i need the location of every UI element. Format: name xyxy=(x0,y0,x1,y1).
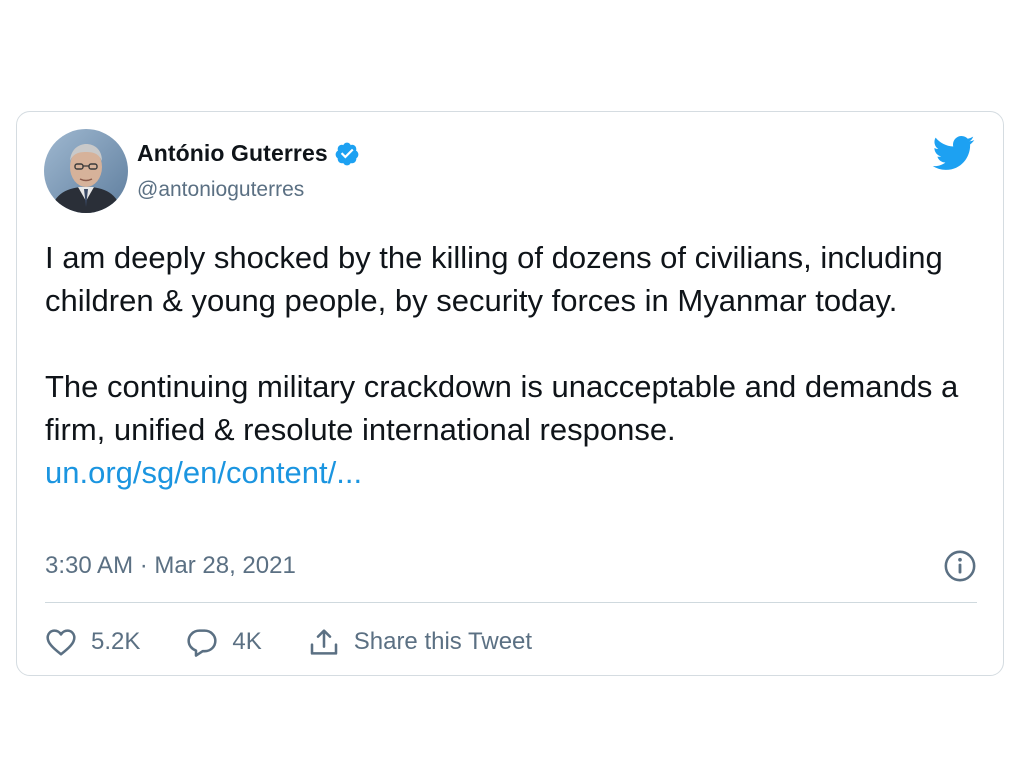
reply-button[interactable]: 4K xyxy=(186,627,262,657)
tweet-paragraph: I am deeply shocked by the killing of do… xyxy=(45,240,943,318)
author-display-name[interactable]: António Guterres xyxy=(137,140,328,167)
verified-badge-icon xyxy=(335,142,359,165)
tweet-actions: 5.2K 4K Share this Tweet xyxy=(45,622,532,662)
like-button[interactable]: 5.2K xyxy=(45,627,140,657)
share-upload-icon xyxy=(310,629,338,655)
avatar[interactable] xyxy=(44,129,128,213)
speech-bubble-icon xyxy=(187,629,217,657)
tweet-body: I am deeply shocked by the killing of do… xyxy=(45,236,975,494)
tweet-paragraph: The continuing military crackdown is una… xyxy=(45,365,975,494)
divider xyxy=(45,602,977,603)
heart-icon xyxy=(46,629,76,656)
author-handle[interactable]: @antonioguterres xyxy=(137,178,304,202)
info-icon[interactable] xyxy=(943,549,977,583)
author-name-row[interactable]: António Guterres xyxy=(137,140,360,167)
tweet-card: António Guterres @antonioguterres I am d… xyxy=(16,111,1004,676)
avatar-photo xyxy=(44,129,128,213)
twitter-bird-icon[interactable] xyxy=(931,134,975,172)
tweet-link[interactable]: un.org/sg/en/content/... xyxy=(45,451,975,494)
tweet-timestamp[interactable]: 3:30 AM · Mar 28, 2021 xyxy=(45,552,296,580)
like-count: 5.2K xyxy=(91,628,141,655)
tweet-paragraph-text: The continuing military crackdown is una… xyxy=(45,369,959,447)
share-button[interactable]: Share this Tweet xyxy=(308,627,532,657)
reply-count: 4K xyxy=(232,628,262,655)
share-label: Share this Tweet xyxy=(353,628,533,655)
